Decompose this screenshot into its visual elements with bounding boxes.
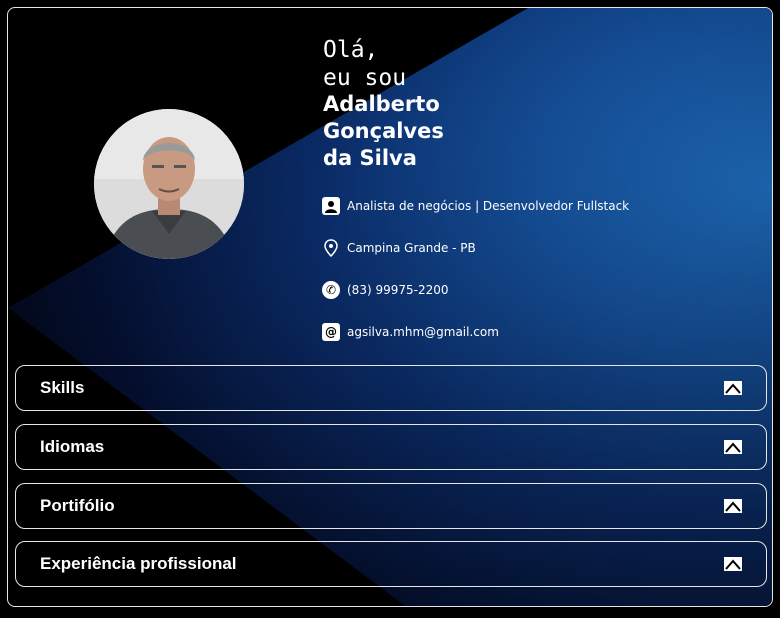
info-text: Campina Grande - PB [347,241,476,255]
chevron-up-icon[interactable] [724,440,742,454]
info-role: Analista de negócios | Desenvolvedor Ful… [322,197,629,215]
info-text: (83) 99975-2200 [347,283,449,297]
section-label: Experiência profissional [40,554,237,573]
chevron-up-icon[interactable] [724,381,742,395]
profile-name: Adalberto Gonçalves da Silva [323,91,523,172]
section-portifolio[interactable]: Portifólio [15,483,767,529]
info-location: Campina Grande - PB [322,239,476,257]
avatar [94,109,244,259]
chevron-up-icon[interactable] [724,557,742,571]
info-text: agsilva.mhm@gmail.com [347,325,499,339]
section-label: Idiomas [40,437,105,456]
chevron-up-icon[interactable] [724,499,742,513]
user-icon [322,197,340,215]
info-email: @ agsilva.mhm@gmail.com [322,323,499,341]
section-label: Portifólio [40,496,115,515]
name-line2: Gonçalves [323,119,444,143]
section-experiencia[interactable]: Experiência profissional [15,541,767,587]
name-line3: da Silva [323,146,417,170]
section-skills[interactable]: Skills [15,365,767,411]
info-text: Analista de negócios | Desenvolvedor Ful… [347,199,630,213]
greeting-line1: Olá, [323,37,379,63]
section-idiomas[interactable]: Idiomas [15,424,767,470]
profile-card: Olá, eu sou Adalberto Gonçalves da Silva… [7,7,773,607]
phone-icon: ✆ [322,281,340,299]
location-pin-icon [322,239,340,257]
name-line1: Adalberto [323,92,440,116]
section-label: Skills [40,378,85,397]
info-phone: ✆ (83) 99975-2200 [322,281,449,299]
greeting: Olá, eu sou [323,36,406,92]
at-sign-icon: @ [322,323,340,341]
greeting-line2: eu sou [323,65,407,91]
